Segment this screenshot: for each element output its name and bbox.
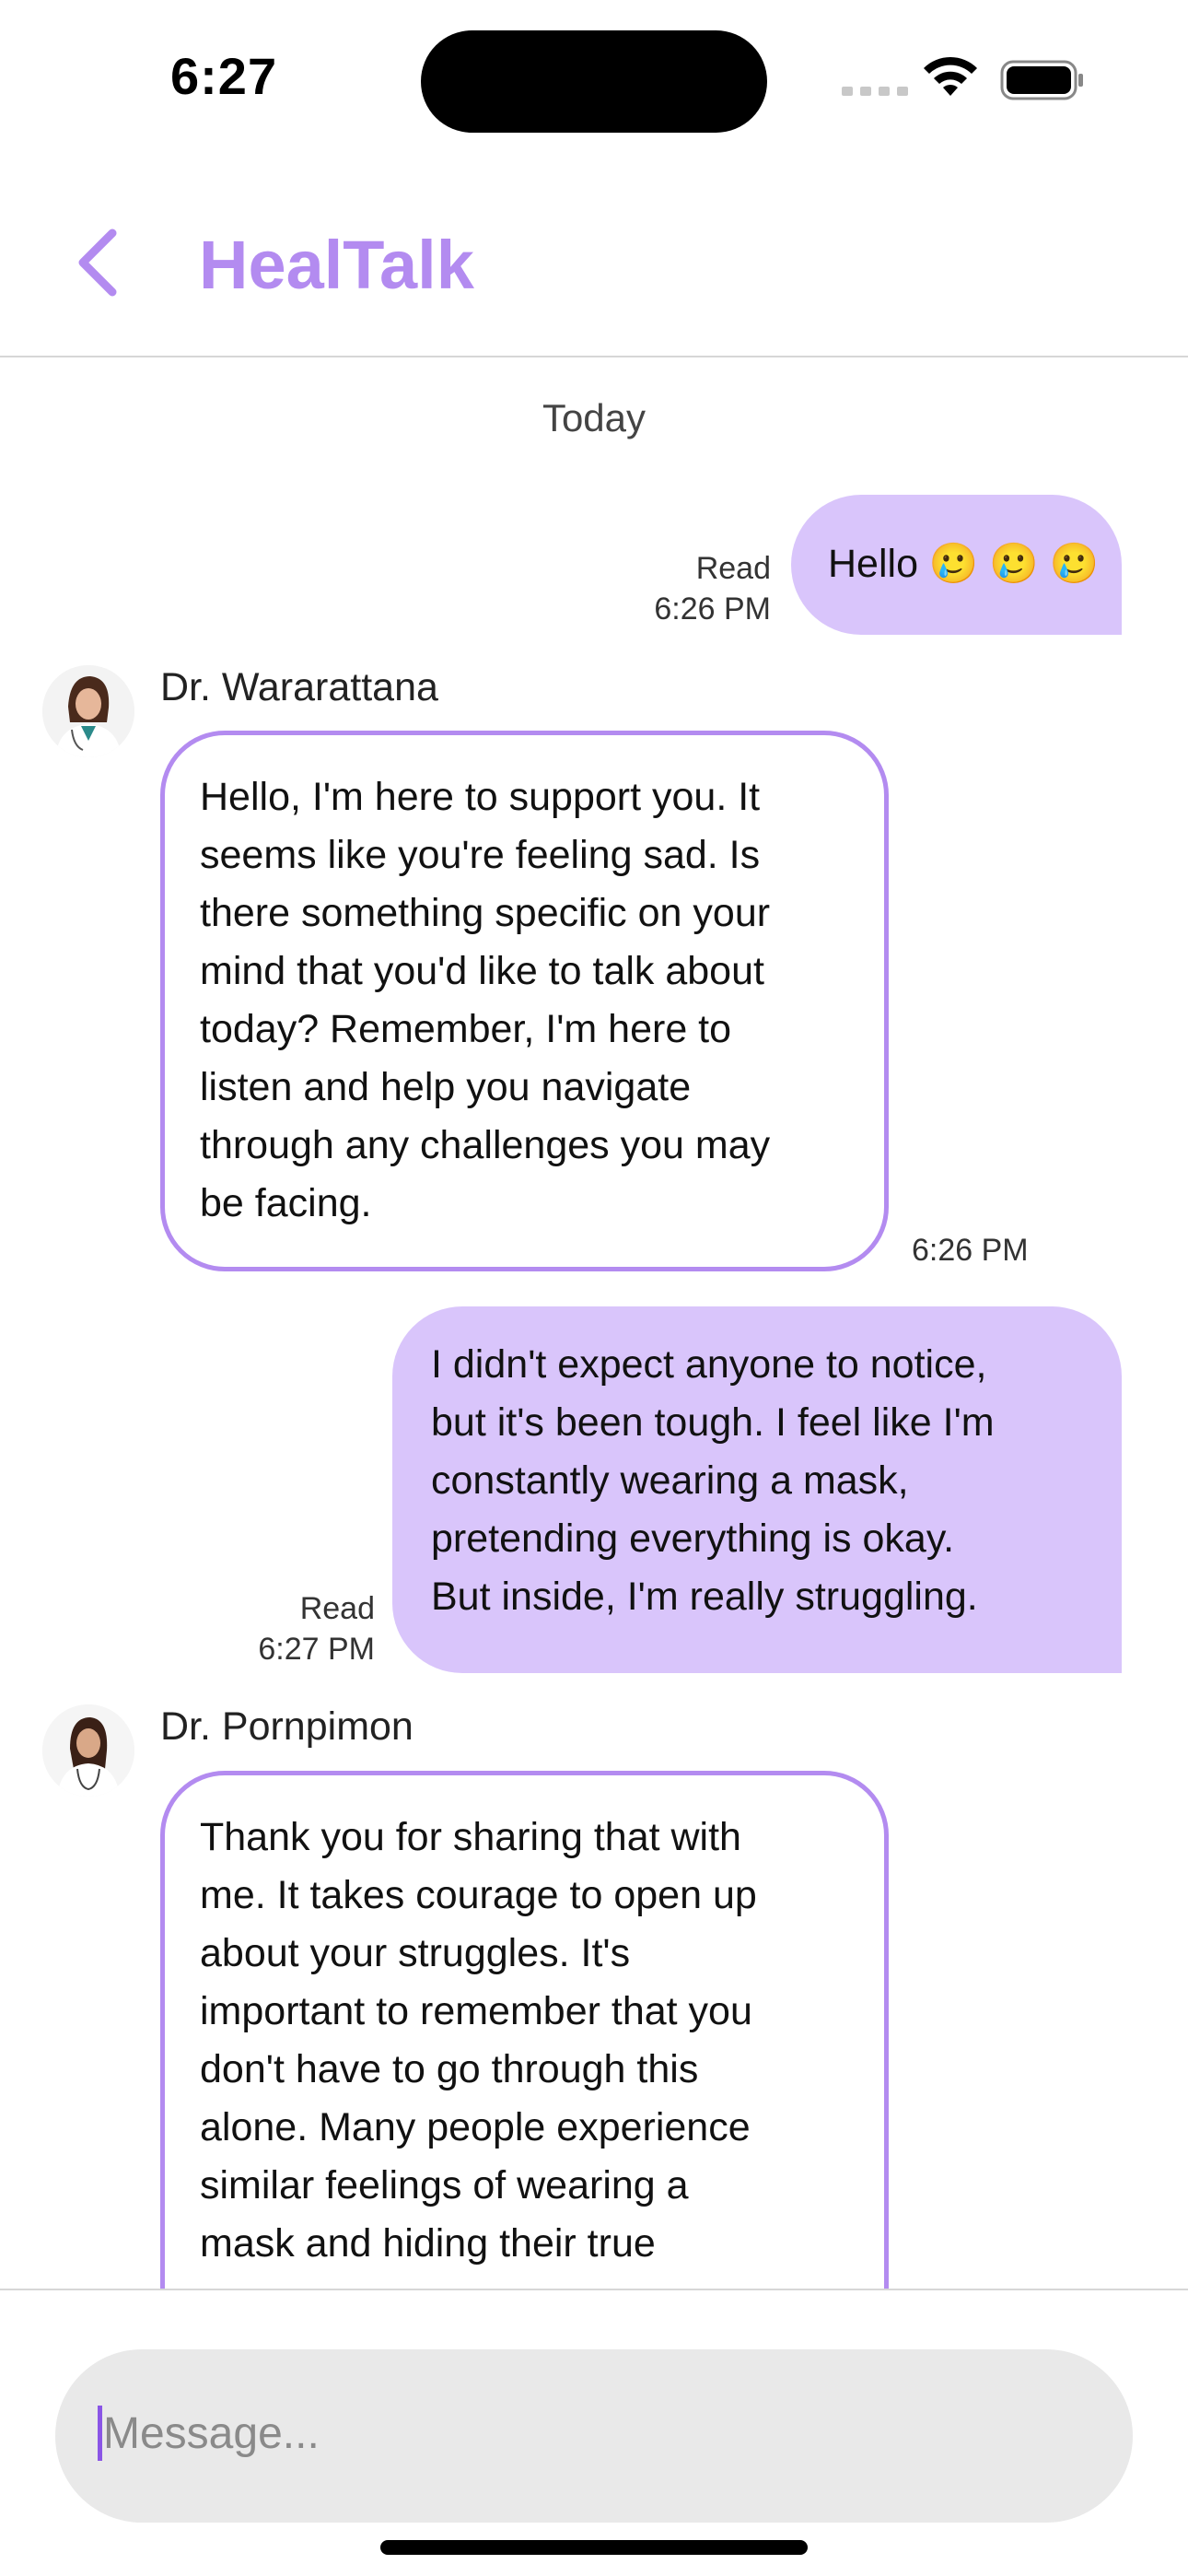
message-line: pretending everything is okay. (431, 1516, 955, 1561)
doctor-avatar-image (42, 665, 134, 757)
sender-name: Dr. Pornpimon (160, 1704, 413, 1749)
message-input-placeholder: Message... (103, 2409, 320, 2458)
message-line: through any challenges you may (200, 1123, 771, 1167)
message-line: today? Remember, I'm here to (200, 1007, 732, 1051)
message-line: there something specific on your (200, 891, 771, 935)
message-status: Read 6:27 PM (239, 1588, 375, 1669)
sender-name: Dr. Wararattana (160, 665, 438, 709)
message-line: similar feelings of wearing a (200, 2163, 689, 2207)
doctor-avatar-image (42, 1704, 134, 1797)
message-line: alone. Many people experience (200, 2105, 751, 2149)
message-line: don't have to go through this (200, 2047, 699, 2091)
outgoing-message[interactable]: Hello 🥲 🥲 🥲 (791, 495, 1122, 635)
chat-header: HealTalk (0, 157, 1188, 357)
read-label: Read (695, 551, 771, 586)
status-time: 6:27 (170, 47, 278, 105)
message-time: 6:27 PM (258, 1632, 375, 1667)
avatar[interactable] (42, 1704, 134, 1797)
wifi-icon (924, 56, 977, 96)
message-line: seems like you're feeling sad. Is (200, 833, 761, 877)
message-line: Hello, I'm here to support you. It (200, 775, 761, 819)
text-caret (98, 2406, 102, 2461)
incoming-message[interactable]: Thank you for sharing that with me. It t… (160, 1771, 889, 2289)
incoming-message[interactable]: Hello, I'm here to support you. It seems… (160, 731, 889, 1271)
status-bar: 6:27 (0, 0, 1188, 157)
message-line: important to remember that you (200, 1989, 752, 2033)
message-status: Read 6:26 PM (635, 548, 771, 629)
message-text: Hello 🥲 🥲 🥲 (828, 542, 1100, 586)
message-time: 6:26 PM (654, 591, 771, 626)
dynamic-island (421, 30, 767, 133)
outgoing-message[interactable]: I didn't expect anyone to notice, but it… (392, 1306, 1122, 1673)
battery-icon (1000, 60, 1083, 100)
message-composer: Message... (0, 2289, 1188, 2576)
cellular-signal-icon (842, 87, 908, 96)
back-button[interactable] (64, 221, 129, 304)
read-label: Read (299, 1591, 375, 1626)
message-line: me. It takes courage to open up (200, 1873, 757, 1917)
message-line: listen and help you navigate (200, 1065, 692, 1109)
message-time: 6:26 PM (912, 1233, 1029, 1268)
app-title: HealTalk (199, 227, 474, 303)
message-line: I didn't expect anyone to notice, (431, 1342, 987, 1387)
message-line: mind that you'd like to talk about (200, 949, 764, 993)
chevron-left-icon (78, 228, 117, 297)
avatar[interactable] (42, 665, 134, 757)
message-line: but it's been tough. I feel like I'm (431, 1400, 995, 1445)
home-indicator[interactable] (380, 2540, 808, 2555)
message-line: constantly wearing a mask, (431, 1458, 909, 1503)
chat-messages[interactable]: Today Read 6:26 PM Hello 🥲 🥲 🥲 Dr. Warar… (0, 359, 1188, 2289)
day-separator: Today (542, 396, 646, 439)
message-line: mask and hiding their true (200, 2221, 656, 2266)
message-line: But inside, I'm really struggling. (431, 1575, 978, 1619)
message-line: Thank you for sharing that with (200, 1815, 741, 1859)
message-line: about your struggles. It's (200, 1931, 631, 1975)
message-line: be facing. (200, 1181, 372, 1225)
